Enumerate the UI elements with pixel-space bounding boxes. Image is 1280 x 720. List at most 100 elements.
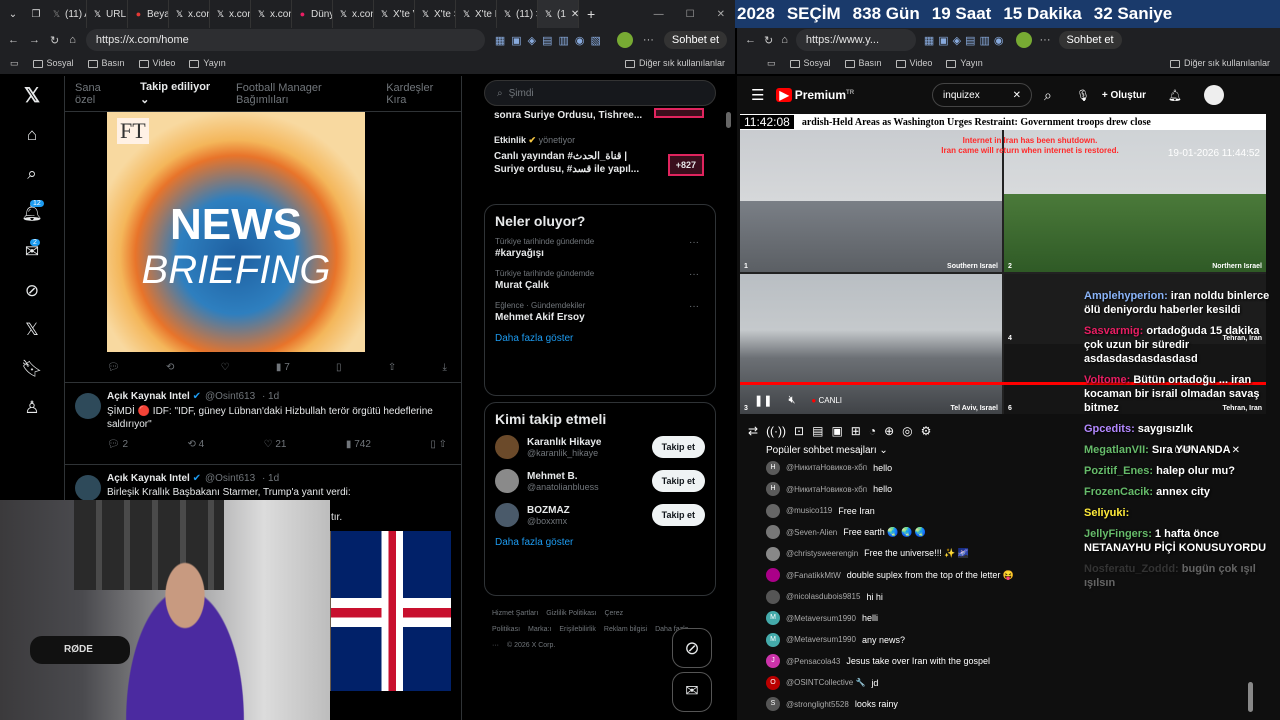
- follow-button[interactable]: Takip et: [651, 470, 705, 492]
- footer-link[interactable]: © 2026 X Corp.: [507, 642, 555, 649]
- copilot-button[interactable]: Sohbet et: [1058, 31, 1122, 49]
- follow-suggestion[interactable]: Karanlık Hikaye @karanlik_hikaye Takip et: [495, 435, 705, 459]
- chat-avatar[interactable]: [766, 589, 780, 604]
- home-icon[interactable]: ⌂: [69, 34, 76, 46]
- chat-username[interactable]: @Seven-Alien: [786, 528, 837, 537]
- bookmark-icon[interactable]: ▯ ⇧: [430, 439, 447, 450]
- chat-username[interactable]: @НикитаНовиков-хбп: [786, 463, 867, 472]
- avatar[interactable]: [495, 435, 519, 459]
- tool-icon-1[interactable]: ⇄: [748, 424, 758, 442]
- tab-close-icon[interactable]: ✕: [571, 9, 578, 20]
- youtube-search-input[interactable]: inquizex ✕: [932, 83, 1033, 107]
- search-icon[interactable]: ⌕: [1044, 87, 1052, 104]
- trend-more-icon[interactable]: ···: [689, 301, 699, 312]
- messages-icon[interactable]: ✉ 2: [0, 232, 64, 271]
- grok-fab[interactable]: ⊘: [672, 628, 712, 668]
- back-icon[interactable]: ←: [8, 34, 19, 46]
- chat-username[interactable]: @nicolasdubois9815: [786, 592, 860, 601]
- tab-list-chevron-icon[interactable]: ⌄: [0, 9, 26, 20]
- bookmarks-icon[interactable]: ▭: [767, 58, 776, 69]
- extensions-icon[interactable]: ▦▣◈▤▥◉▧: [495, 34, 607, 47]
- new-tab-button[interactable]: +: [579, 6, 603, 22]
- refresh-icon[interactable]: ↻: [50, 34, 59, 47]
- avatar[interactable]: [495, 503, 519, 527]
- browser-tab[interactable]: 𝕏x.con: [169, 0, 210, 28]
- chat-username[interactable]: @Metaversum1990: [786, 614, 856, 623]
- chat-message[interactable]: H @НикитаНовиков-хбп hello: [766, 457, 1066, 479]
- chat-message[interactable]: O @OSINTCollective 🔧 jd: [766, 672, 1066, 694]
- footer-link[interactable]: Marka:ı: [528, 626, 551, 633]
- chat-message[interactable]: M @Metaversum1990 any news?: [766, 629, 1066, 651]
- news-briefing-image[interactable]: FT NEWS BRIEFING: [107, 112, 365, 352]
- browser-tab[interactable]: 𝕏 X'te E: [456, 0, 497, 28]
- browser-tab[interactable]: 𝕏 (1 ✕: [538, 0, 579, 28]
- x-logo-icon[interactable]: 𝕏: [0, 76, 64, 115]
- chat-message[interactable]: J @Pensacola43 Jesus take over Iran with t…: [766, 651, 1066, 673]
- chat-username[interactable]: @stronglight5528: [786, 700, 849, 709]
- tool-icon-6[interactable]: ⊞: [851, 424, 861, 442]
- chat-message[interactable]: H @НикитаНовиков-хбп hello: [766, 479, 1066, 501]
- footer-link[interactable]: Hizmet Şartları: [492, 610, 538, 617]
- views-icon[interactable]: ▮ 742: [346, 439, 371, 450]
- clear-search-icon[interactable]: ✕: [1013, 90, 1021, 101]
- reply-icon[interactable]: 💬︎: [107, 362, 120, 373]
- bookmark-basin[interactable]: Basın: [844, 58, 882, 68]
- account-avatar[interactable]: [1204, 85, 1225, 105]
- tab-for-you[interactable]: Sana özel: [75, 82, 120, 106]
- bookmarks-icon[interactable]: ▭: [10, 58, 19, 69]
- mic-icon[interactable]: 🎙︎: [1076, 89, 1090, 102]
- live-badge[interactable]: ● CANLI: [811, 396, 842, 405]
- browser-tab[interactable]: 𝕏 (11) A: [46, 0, 87, 28]
- follow-suggestion[interactable]: Mehmet B. @anatolianbluess Takip et: [495, 469, 705, 493]
- follow-suggestion[interactable]: BOZMAZ @boxxmx Takip et: [495, 503, 705, 527]
- tool-icon-7[interactable]: ◔: [869, 424, 876, 442]
- tab-fm[interactable]: Football Manager Bağımlıları: [236, 82, 366, 106]
- bookmark-yayin[interactable]: Yayın: [189, 58, 226, 68]
- bookmark-icon[interactable]: ▯: [336, 362, 342, 373]
- menu-icon[interactable]: ☰: [751, 86, 764, 104]
- chat-avatar[interactable]: [766, 568, 780, 583]
- trend-item[interactable]: Eğlence · Gündemdekiler Mehmet Akif Ersoy…: [495, 301, 705, 323]
- url-field[interactable]: https://www.y...: [795, 29, 916, 51]
- trend-more-icon[interactable]: ···: [689, 237, 699, 248]
- download-icon[interactable]: ⤓: [443, 362, 447, 373]
- chat-scrollbar[interactable]: [1248, 682, 1253, 712]
- more-icon[interactable]: ···: [643, 34, 654, 46]
- chat-avatar[interactable]: [766, 546, 780, 561]
- bookmark-sosyal[interactable]: Sosyal: [32, 58, 74, 68]
- trend-more-icon[interactable]: ···: [689, 269, 699, 280]
- feed-scrollbar[interactable]: [726, 112, 731, 128]
- chat-avatar[interactable]: [766, 525, 780, 540]
- chat-username[interactable]: @Pensacola43: [786, 657, 840, 666]
- chat-avatar[interactable]: J: [766, 654, 780, 669]
- avatar[interactable]: [75, 475, 101, 501]
- chat-avatar[interactable]: M: [766, 632, 780, 647]
- browser-tab[interactable]: 𝕏 X'te S: [415, 0, 456, 28]
- chat-username[interactable]: @christysweerengin: [786, 549, 858, 558]
- footer-link[interactable]: Gizlilik Politikası: [546, 610, 596, 617]
- more-icon[interactable]: ···: [1040, 34, 1051, 46]
- follow-show-more[interactable]: Daha fazla göster: [495, 537, 705, 548]
- avatar[interactable]: [495, 469, 519, 493]
- chat-avatar[interactable]: H: [766, 460, 780, 475]
- bookmark-sosyal[interactable]: Sosyal: [789, 58, 831, 68]
- repost-icon[interactable]: ⟲ 4: [187, 439, 204, 450]
- notifications-icon[interactable]: 🔔︎: [1168, 89, 1182, 102]
- trends-show-more[interactable]: Daha fazla göster: [495, 333, 705, 344]
- tab-actions-icon[interactable]: ❐: [26, 9, 46, 20]
- extensions-icon[interactable]: ▦▣◈▤▥◉: [924, 34, 1008, 47]
- avatar[interactable]: [75, 393, 101, 419]
- grok-icon[interactable]: ⊘: [0, 271, 64, 310]
- event-card[interactable]: sonra Suriye Ordusu, Tishree... Etkinlik…: [476, 108, 724, 198]
- chat-message[interactable]: @musico119 Free Iran: [766, 500, 1066, 522]
- chat-message[interactable]: M @Metaversum1990 helli: [766, 608, 1066, 630]
- search-input[interactable]: ⌕ Şimdi: [484, 80, 716, 106]
- like-icon[interactable]: ♡: [221, 362, 230, 373]
- reply-icon[interactable]: 💬︎ 2: [107, 439, 128, 450]
- event-count-badge[interactable]: +827: [667, 154, 704, 176]
- tool-icon-4[interactable]: ▤: [812, 424, 823, 442]
- tab-kardesler[interactable]: Kardeşler Kıra: [386, 82, 451, 106]
- back-icon[interactable]: ←: [745, 34, 756, 46]
- browser-tab[interactable]: 𝕏x.con: [333, 0, 374, 28]
- browser-tab[interactable]: 𝕏 URL I: [87, 0, 128, 28]
